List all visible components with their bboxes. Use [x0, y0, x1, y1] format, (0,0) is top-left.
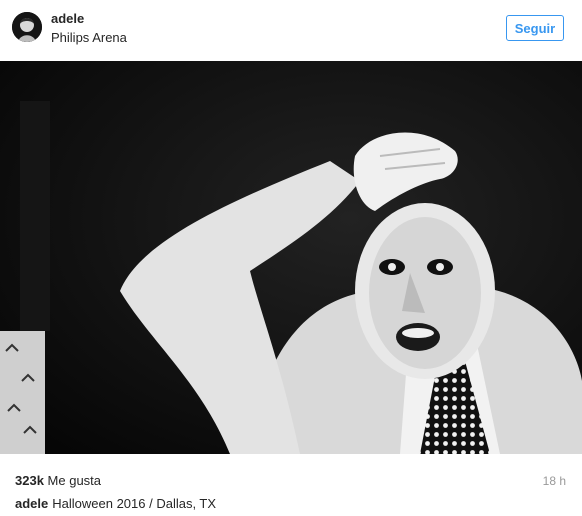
post-image	[0, 61, 582, 454]
avatar-image	[12, 12, 42, 42]
avatar[interactable]	[12, 12, 42, 42]
likes-number: 323k	[15, 473, 44, 488]
likes-count[interactable]: 323k Me gusta	[15, 473, 101, 488]
caption-text: Halloween 2016 / Dallas, TX	[52, 496, 217, 511]
post-header: adele Philips Arena Seguir	[0, 0, 582, 58]
post-timestamp[interactable]: 18 h	[543, 474, 566, 488]
post-caption: adele Halloween 2016 / Dallas, TX	[15, 496, 216, 511]
instagram-post: adele Philips Arena Seguir 323k Me gusta…	[0, 0, 582, 516]
caption-username[interactable]: adele	[15, 496, 48, 511]
post-photo[interactable]	[0, 61, 582, 454]
follow-button[interactable]: Seguir	[506, 15, 564, 41]
username-link[interactable]: adele	[51, 11, 84, 26]
likes-label: Me gusta	[47, 473, 102, 488]
location-link[interactable]: Philips Arena	[51, 30, 127, 45]
